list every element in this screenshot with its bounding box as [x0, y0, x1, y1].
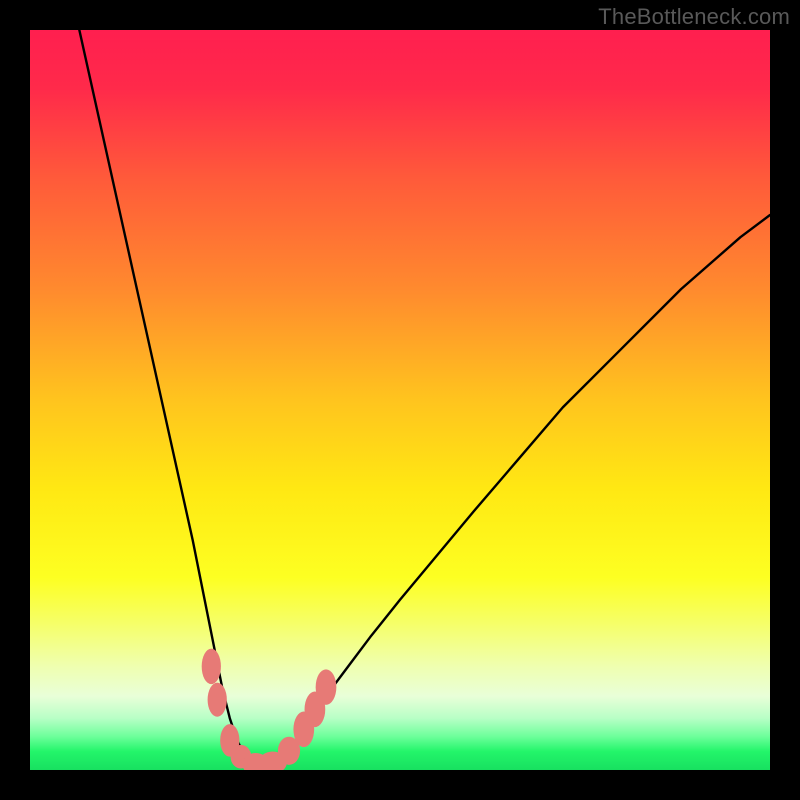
plot-area — [30, 30, 770, 770]
watermark-text: TheBottleneck.com — [598, 4, 790, 30]
marker-point — [208, 683, 227, 717]
marker-point — [202, 649, 221, 685]
bottleneck-curve — [74, 30, 770, 766]
plot-svg — [30, 30, 770, 770]
marker-point — [316, 669, 337, 705]
chart-frame: TheBottleneck.com — [0, 0, 800, 800]
curve-markers — [202, 649, 337, 770]
